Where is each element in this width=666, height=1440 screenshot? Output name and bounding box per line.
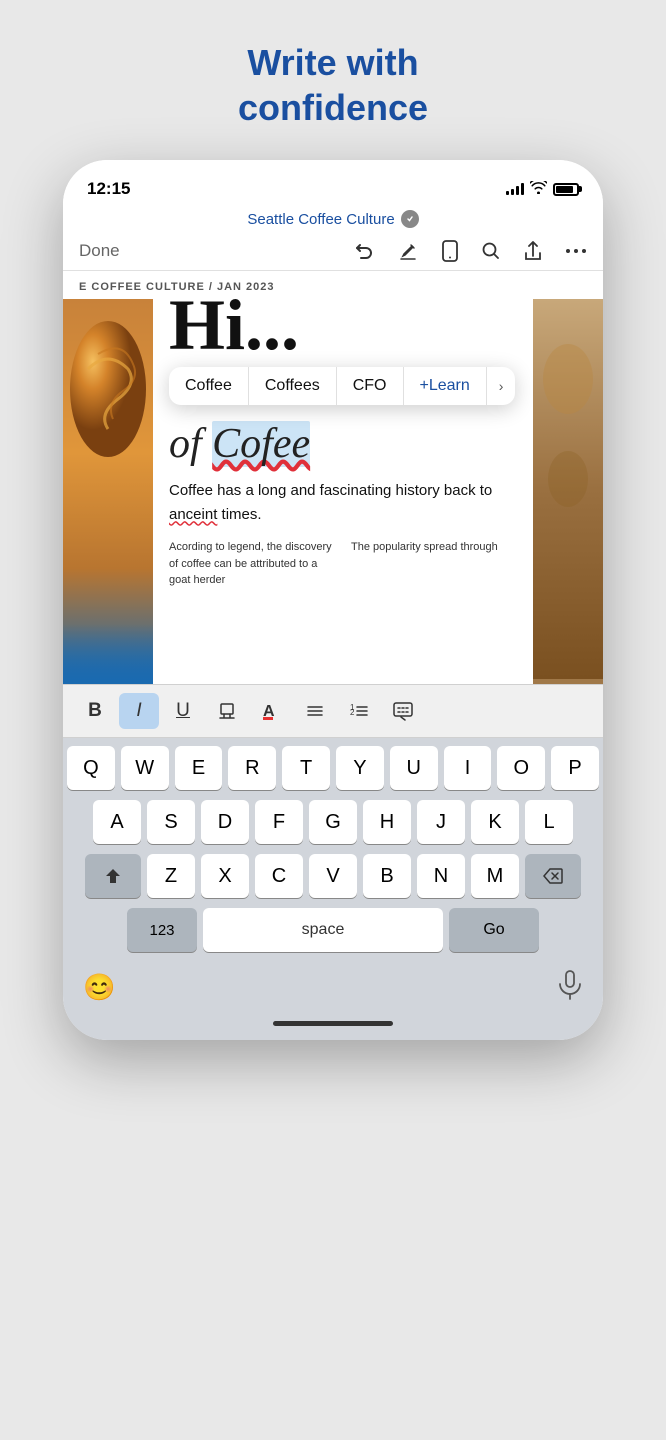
- key-r[interactable]: R: [228, 746, 276, 790]
- bold-button[interactable]: B: [75, 693, 115, 729]
- phone-frame: 12:15 Seattle Coffee Cultur: [63, 160, 603, 1040]
- keyboard-row-1: Q W E R T Y U I O P: [67, 746, 599, 790]
- autocomplete-coffees[interactable]: Coffees: [249, 367, 337, 405]
- underline-button[interactable]: U: [163, 693, 203, 729]
- key-w[interactable]: W: [121, 746, 169, 790]
- key-o[interactable]: O: [497, 746, 545, 790]
- key-n[interactable]: N: [417, 854, 465, 898]
- underline-label: U: [176, 700, 190, 722]
- main-text: of Cofee: [169, 419, 517, 469]
- signal-icon: [506, 183, 524, 195]
- go-label: Go: [483, 921, 504, 939]
- key-z[interactable]: Z: [147, 854, 195, 898]
- key-a[interactable]: A: [93, 800, 141, 844]
- key-c[interactable]: C: [255, 854, 303, 898]
- status-bar: 12:15: [63, 160, 603, 204]
- key-s[interactable]: S: [147, 800, 195, 844]
- autocomplete-popup[interactable]: Coffee Coffees CFO +Learn ›: [169, 367, 515, 405]
- key-l[interactable]: L: [525, 800, 573, 844]
- autocomplete-coffee[interactable]: Coffee: [169, 367, 249, 405]
- search-icon[interactable]: [481, 241, 501, 261]
- key-q[interactable]: Q: [67, 746, 115, 790]
- keyboard-row-3: Z X C V B N M: [67, 854, 599, 898]
- key-f[interactable]: F: [255, 800, 303, 844]
- misspelled-word: Cofee: [212, 421, 310, 467]
- mic-icon[interactable]: [557, 970, 583, 1005]
- wifi-icon: [530, 181, 547, 197]
- app-tagline: Write withconfidence: [20, 40, 646, 130]
- go-key[interactable]: Go: [449, 908, 539, 952]
- autocomplete-arrow-icon[interactable]: ›: [487, 368, 516, 404]
- key-u[interactable]: U: [390, 746, 438, 790]
- key-p[interactable]: P: [551, 746, 599, 790]
- keyboard-accessory: 😊: [63, 964, 603, 1015]
- svg-text:2: 2: [350, 708, 355, 717]
- keyboard-bottom-row: 123 space Go: [67, 908, 599, 952]
- key-b[interactable]: B: [363, 854, 411, 898]
- toolbar-icons: [353, 240, 587, 262]
- document-content: E COFFEE CULTURE / JAN 2023: [63, 271, 603, 684]
- undo-icon[interactable]: [353, 240, 375, 262]
- emoji-icon[interactable]: 😊: [83, 972, 115, 1003]
- misspelled-anceint: anceint: [169, 506, 217, 523]
- key-j[interactable]: J: [417, 800, 465, 844]
- device-icon[interactable]: [441, 240, 459, 262]
- space-label: space: [302, 921, 345, 939]
- done-button[interactable]: Done: [79, 241, 120, 261]
- key-k[interactable]: K: [471, 800, 519, 844]
- text-color-button[interactable]: A: [251, 693, 291, 729]
- key-i[interactable]: I: [444, 746, 492, 790]
- battery-icon: [553, 183, 579, 196]
- space-key[interactable]: space: [203, 908, 443, 952]
- key-t[interactable]: T: [282, 746, 330, 790]
- keyboard: Q W E R T Y U I O P A S D F G H J K L: [63, 738, 603, 964]
- status-icons: [506, 181, 579, 197]
- key-g[interactable]: G: [309, 800, 357, 844]
- keyboard-row-2: A S D F G H J K L: [67, 800, 599, 844]
- italic-label: I: [136, 700, 141, 722]
- autocomplete-cfo[interactable]: CFO: [337, 367, 404, 405]
- italic-button[interactable]: I: [119, 693, 159, 729]
- numbers-label: 123: [149, 922, 174, 939]
- highlight-button[interactable]: [207, 693, 247, 729]
- key-d[interactable]: D: [201, 800, 249, 844]
- key-m[interactable]: M: [471, 854, 519, 898]
- body-columns: Acording to legend, the discovery of cof…: [169, 539, 517, 589]
- format-toolbar: B I U A: [63, 684, 603, 738]
- selected-word: Cofee: [212, 421, 310, 467]
- markup-icon[interactable]: [397, 240, 419, 262]
- numbered-list-button[interactable]: 1 2: [339, 693, 379, 729]
- key-v[interactable]: V: [309, 854, 357, 898]
- share-icon[interactable]: [523, 240, 543, 262]
- coffee-image-left: [63, 299, 153, 684]
- body-col-right: The popularity spread through: [351, 539, 517, 589]
- status-time: 12:15: [87, 179, 130, 199]
- coffee-image-right: [533, 299, 603, 684]
- key-e[interactable]: E: [175, 746, 223, 790]
- keyboard-dismiss-button[interactable]: [383, 693, 423, 729]
- body-col-left: Acording to legend, the discovery of cof…: [169, 539, 335, 589]
- content-main: Hi... Coffee Coffees CFO +Learn › of Cof…: [63, 299, 603, 684]
- doc-status-icon: [401, 210, 419, 228]
- delete-key[interactable]: [525, 854, 581, 898]
- col-right-text: The popularity spread through: [351, 541, 498, 553]
- app-header: Write withconfidence: [0, 0, 666, 160]
- doc-big-title: Hi...: [169, 289, 517, 369]
- shift-key[interactable]: [85, 854, 141, 898]
- list-button[interactable]: [295, 693, 335, 729]
- doc-title: Seattle Coffee Culture: [247, 211, 394, 228]
- more-icon[interactable]: [565, 248, 587, 254]
- text-area[interactable]: Hi... Coffee Coffees CFO +Learn › of Cof…: [153, 299, 533, 684]
- numbers-key[interactable]: 123: [127, 908, 197, 952]
- body-text-main: Coffee has a long and fascinating histor…: [169, 479, 517, 527]
- home-indicator: [273, 1021, 393, 1026]
- key-x[interactable]: X: [201, 854, 249, 898]
- autocomplete-learn[interactable]: +Learn: [404, 367, 487, 405]
- key-h[interactable]: H: [363, 800, 411, 844]
- col-left-text: Acording to legend, the discovery of cof…: [169, 541, 332, 586]
- key-y[interactable]: Y: [336, 746, 384, 790]
- document-toolbar: Done: [63, 232, 603, 271]
- home-indicator-area: [63, 1015, 603, 1040]
- doc-title-bar[interactable]: Seattle Coffee Culture: [63, 204, 603, 232]
